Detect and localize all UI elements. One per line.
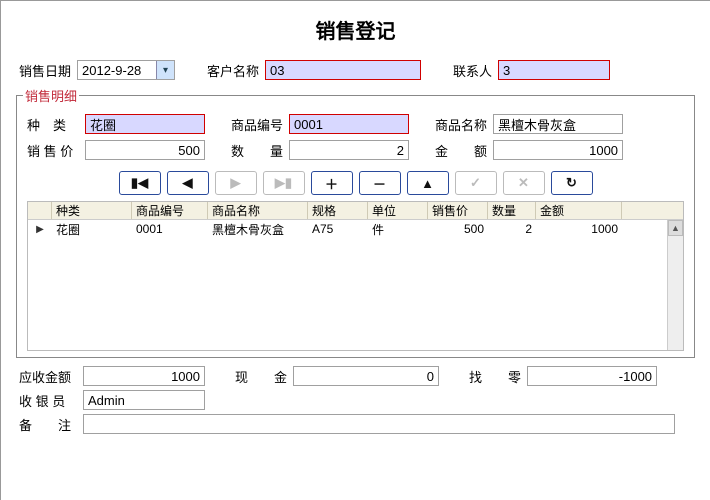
- contact-label: 联系人: [453, 61, 492, 80]
- remark-label: 备 注: [19, 415, 77, 434]
- table-row[interactable]: ▶ 花圈 0001 黑檀木骨灰盒 A75 件 500 2 1000: [28, 220, 683, 238]
- cell-code: 0001: [132, 220, 208, 238]
- qty-input[interactable]: [289, 140, 409, 160]
- nav-refresh-button[interactable]: ↻: [551, 171, 593, 195]
- sale-date-picker[interactable]: ▾: [77, 60, 175, 80]
- category-label: 种 类: [27, 115, 79, 134]
- chevron-down-icon[interactable]: ▾: [156, 61, 174, 79]
- cell-unit: 件: [368, 220, 428, 238]
- scroll-up-icon[interactable]: ▲: [668, 220, 683, 236]
- cash-input[interactable]: [293, 366, 439, 386]
- nav-next-button: ▶: [215, 171, 257, 195]
- detail-fieldset: 销售明细 种 类 商品编号 商品名称 销 售 价 数 量 金 额 ▮◀ ◀ ▶ …: [16, 86, 695, 358]
- cell-qty: 2: [488, 220, 536, 238]
- col-code: 商品编号: [132, 202, 208, 219]
- detail-grid[interactable]: 种类 商品编号 商品名称 规格 单位 销售价 数量 金额 ▶ 花圈 0001 黑…: [27, 201, 684, 351]
- nav-cancel-button: ✕: [503, 171, 545, 195]
- col-qty: 数量: [488, 202, 536, 219]
- code-input[interactable]: [289, 114, 409, 134]
- cashier-input[interactable]: [83, 390, 205, 410]
- category-input[interactable]: [85, 114, 205, 134]
- nav-post-button: ✓: [455, 171, 497, 195]
- due-label: 应收金额: [19, 367, 77, 386]
- footer-row-2: 收 银 员: [1, 388, 710, 412]
- code-label: 商品编号: [231, 115, 283, 134]
- price-input[interactable]: [85, 140, 205, 160]
- nav-add-button[interactable]: ＋: [311, 171, 353, 195]
- remark-input[interactable]: [83, 414, 675, 434]
- detail-legend: 销售明细: [23, 86, 79, 105]
- due-input[interactable]: [83, 366, 205, 386]
- nav-last-button: ▶▮: [263, 171, 305, 195]
- cell-price: 500: [428, 220, 488, 238]
- name-label: 商品名称: [435, 115, 487, 134]
- amount-label: 金 额: [435, 141, 487, 160]
- cell-spec: A75: [308, 220, 368, 238]
- cashier-label: 收 银 员: [19, 391, 77, 410]
- col-unit: 单位: [368, 202, 428, 219]
- nav-edit-button[interactable]: ▲: [407, 171, 449, 195]
- col-amount: 金额: [536, 202, 622, 219]
- page-title: 销售登记: [1, 1, 710, 58]
- sale-date-label: 销售日期: [19, 61, 71, 80]
- row-indicator-icon: ▶: [28, 220, 52, 238]
- price-label: 销 售 价: [27, 141, 79, 160]
- change-label: 找 零: [469, 367, 521, 386]
- customer-input[interactable]: [265, 60, 421, 80]
- nav-delete-button[interactable]: －: [359, 171, 401, 195]
- change-input[interactable]: [527, 366, 657, 386]
- col-spec: 规格: [308, 202, 368, 219]
- cell-category: 花圈: [52, 220, 132, 238]
- header-row: 销售日期 ▾ 客户名称 联系人: [1, 58, 710, 82]
- cell-amount: 1000: [536, 220, 622, 238]
- sale-date-input[interactable]: [78, 61, 156, 79]
- footer-row-1: 应收金额 现 金 找 零: [1, 364, 710, 388]
- amount-input[interactable]: [493, 140, 623, 160]
- grid-body[interactable]: ▶ 花圈 0001 黑檀木骨灰盒 A75 件 500 2 1000 ▲: [28, 220, 683, 350]
- record-navbar: ▮◀ ◀ ▶ ▶▮ ＋ － ▲ ✓ ✕ ↻: [23, 163, 688, 201]
- col-category: 种类: [52, 202, 132, 219]
- name-input[interactable]: [493, 114, 623, 134]
- grid-scrollbar[interactable]: ▲: [667, 220, 683, 350]
- nav-prev-button[interactable]: ◀: [167, 171, 209, 195]
- contact-input[interactable]: [498, 60, 610, 80]
- cell-name: 黑檀木骨灰盒: [208, 220, 308, 238]
- col-price: 销售价: [428, 202, 488, 219]
- footer-row-3: 备 注: [1, 412, 710, 436]
- grid-header: 种类 商品编号 商品名称 规格 单位 销售价 数量 金额: [28, 202, 683, 220]
- qty-label: 数 量: [231, 141, 283, 160]
- col-name: 商品名称: [208, 202, 308, 219]
- cash-label: 现 金: [235, 367, 287, 386]
- customer-label: 客户名称: [207, 61, 259, 80]
- nav-first-button[interactable]: ▮◀: [119, 171, 161, 195]
